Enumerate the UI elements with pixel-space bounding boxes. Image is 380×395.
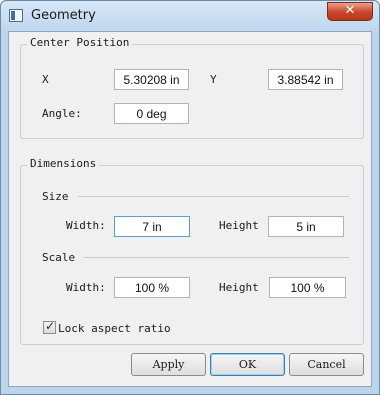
dimensions-title: Dimensions: [27, 157, 100, 170]
geometry-dialog: Geometry ✕ Center Position X Y Angle: Di…: [0, 0, 380, 395]
close-icon: ✕: [344, 3, 356, 18]
lock-aspect-label[interactable]: Lock aspect ratio: [58, 322, 171, 335]
size-label: Size: [42, 190, 69, 203]
size-height-label: Height: [219, 219, 259, 232]
scale-width-label: Width:: [66, 281, 106, 294]
dialog-client-area: Center Position X Y Angle: Dimensions Si…: [8, 31, 372, 387]
angle-label: Angle:: [42, 107, 82, 120]
scale-height-label: Height: [219, 281, 259, 294]
scale-label: Scale: [42, 251, 76, 264]
center-position-title: Center Position: [27, 36, 133, 49]
window-title: Geometry: [31, 8, 96, 23]
size-separator: [78, 196, 349, 197]
size-width-label: Width:: [66, 219, 106, 232]
angle-input[interactable]: [114, 103, 189, 124]
x-label: X: [42, 73, 49, 86]
y-label: Y: [210, 73, 217, 86]
scale-width-input[interactable]: [114, 277, 190, 298]
scale-separator: [84, 257, 349, 258]
close-button[interactable]: ✕: [327, 2, 373, 21]
size-width-input[interactable]: [114, 216, 190, 237]
x-input[interactable]: [114, 69, 189, 90]
cancel-button[interactable]: Cancel: [289, 353, 364, 376]
y-input[interactable]: [268, 69, 343, 90]
center-position-group: Center Position X Y Angle:: [20, 36, 364, 139]
title-bar[interactable]: Geometry ✕: [1, 1, 379, 31]
lock-aspect-checkbox[interactable]: [43, 319, 56, 334]
window-app-icon: [9, 9, 23, 22]
apply-button[interactable]: Apply: [131, 353, 206, 376]
scale-height-input[interactable]: [269, 277, 346, 298]
size-height-input[interactable]: [268, 216, 344, 237]
dimensions-group: Dimensions Size Width: Height Scale Widt…: [20, 157, 364, 345]
ok-button[interactable]: OK: [210, 353, 285, 376]
